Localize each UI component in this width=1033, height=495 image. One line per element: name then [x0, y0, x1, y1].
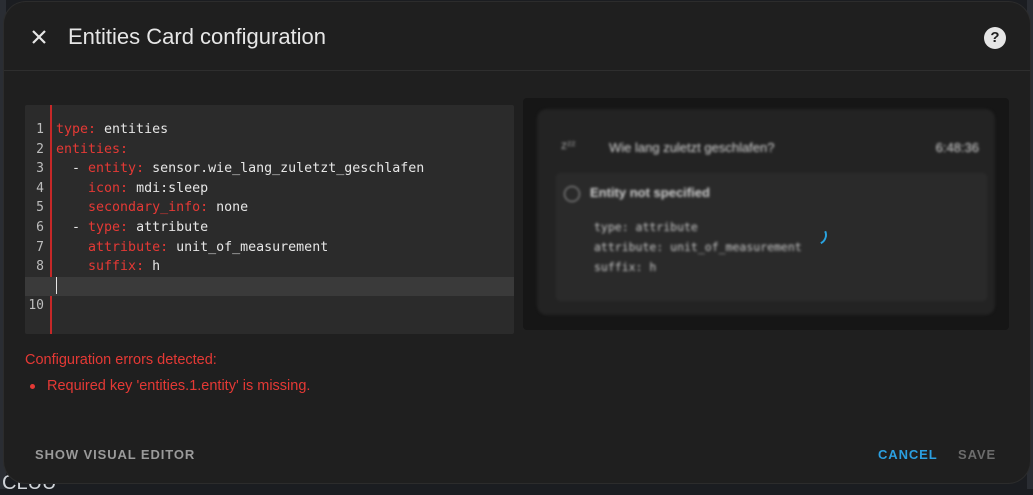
code-value: none — [208, 200, 249, 216]
code-line: suffix: h — [56, 257, 514, 277]
preview-error-header: Entity not specified — [564, 185, 710, 202]
bullet-icon — [30, 384, 35, 389]
help-circle-icon[interactable]: ? — [984, 27, 1006, 49]
card-config-dialog: Entities Card configuration ? 1234567891… — [4, 2, 1030, 483]
code-line: entities: — [56, 140, 514, 160]
code-value: mdi:sleep — [128, 180, 209, 196]
dialog-title: Entities Card configuration — [68, 24, 327, 49]
yaml-code-editor[interactable]: 12345678910 type: entitiesentities: - en… — [25, 105, 514, 334]
code-line: - type: attribute — [56, 218, 514, 238]
code-key: entity: — [88, 161, 145, 177]
config-error-item: Required key 'entities.1.entity' is miss… — [30, 378, 311, 394]
save-button[interactable]: SAVE — [958, 447, 996, 462]
code-key: attribute: — [88, 239, 169, 255]
code-value: entities — [96, 122, 169, 137]
code-value: h — [144, 259, 161, 275]
code-value: attribute — [128, 219, 209, 235]
preview-error-code: type: attribute attribute: unit_of_measu… — [594, 220, 802, 274]
code-key: secondary_info: — [88, 200, 209, 216]
card-preview: zᶻᶻ Wie lang zuletzt geschlafen? 6:48:36… — [523, 98, 1009, 330]
sleep-icon: zᶻᶻ — [561, 138, 576, 152]
line-number: 10 — [28, 298, 44, 314]
code-key: icon: — [88, 180, 129, 196]
code-indent: - — [56, 161, 89, 177]
line-number: 6 — [36, 219, 44, 235]
code-line: attribute: unit_of_measurement — [56, 238, 514, 258]
show-visual-editor-button[interactable]: SHOW VISUAL EDITOR — [35, 447, 195, 462]
line-number: 4 — [36, 180, 44, 196]
code-line: - entity: sensor.wie_lang_zuletzt_geschl… — [56, 159, 514, 179]
code-indent: - — [56, 219, 89, 235]
close-icon[interactable] — [28, 26, 50, 48]
code-line — [25, 276, 514, 297]
code-key: entities: — [56, 141, 129, 157]
preview-entity-name: Wie lang zuletzt geschlafen? — [609, 140, 775, 155]
text-cursor — [56, 277, 57, 295]
line-number-gutter: 12345678910 — [25, 105, 52, 334]
preview-entity-row: zᶻᶻ Wie lang zuletzt geschlafen? 6:48:36 — [561, 136, 979, 160]
code-key: suffix: — [88, 259, 145, 275]
preview-error-title: Entity not specified — [590, 185, 710, 200]
preview-card: zᶻᶻ Wie lang zuletzt geschlafen? 6:48:36… — [537, 109, 995, 315]
line-number: 2 — [36, 141, 44, 157]
preview-error-box: Entity not specified type: attribute att… — [556, 173, 987, 301]
code-key: type: — [88, 219, 129, 235]
code-line: type: entities — [56, 120, 514, 140]
line-number: 5 — [36, 200, 44, 216]
code-key: type: — [56, 122, 97, 137]
code-value: unit_of_measurement — [168, 239, 329, 255]
line-number: 3 — [36, 161, 44, 177]
line-number: 8 — [36, 259, 44, 275]
dialog-header: Entities Card configuration ? — [4, 2, 1030, 71]
code-line: icon: mdi:sleep — [56, 179, 514, 199]
line-number: 1 — [36, 122, 44, 137]
info-icon — [564, 185, 580, 202]
preview-entity-value: 6:48:36 — [935, 140, 979, 155]
line-number: 7 — [36, 239, 44, 255]
config-error-title: Configuration errors detected: — [25, 352, 217, 368]
code-line: secondary_info: none — [56, 198, 514, 218]
cancel-button[interactable]: CANCEL — [878, 447, 938, 462]
code-value: sensor.wie_lang_zuletzt_geschlafen — [144, 161, 425, 177]
config-error-text: Required key 'entities.1.entity' is miss… — [47, 378, 311, 394]
